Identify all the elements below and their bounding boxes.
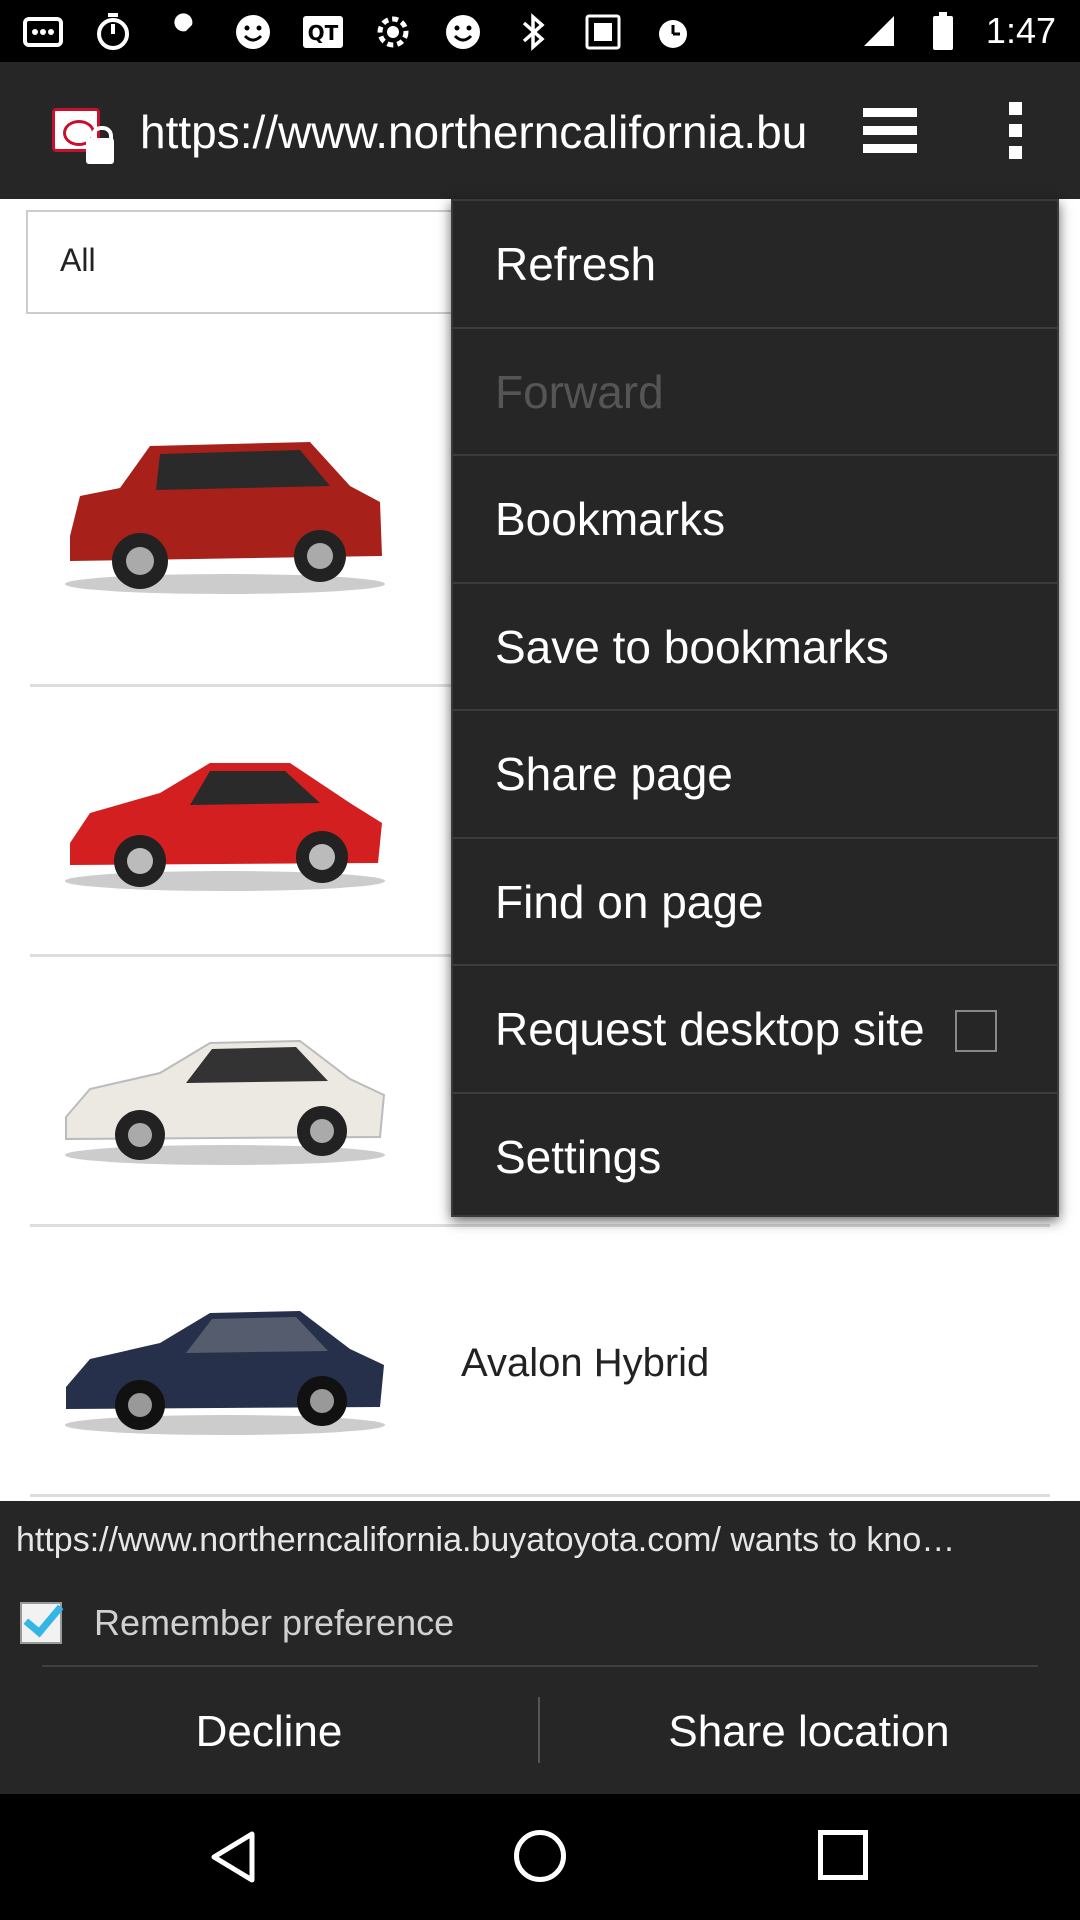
- status-bar: QT 1:47: [0, 0, 1080, 62]
- messages-icon: [22, 12, 64, 52]
- overflow-menu-icon[interactable]: [995, 98, 1035, 164]
- wrench-icon: [162, 12, 204, 52]
- menu-item-label: Share page: [495, 748, 733, 800]
- alarm-icon: [652, 12, 694, 52]
- remember-checkbox[interactable]: [20, 1602, 62, 1644]
- timer-icon: [92, 12, 134, 52]
- menu-item-label: Request desktop site: [495, 1003, 925, 1055]
- share-location-button[interactable]: Share location: [540, 1669, 1078, 1794]
- remember-preference[interactable]: Remember preference: [20, 1601, 454, 1645]
- category-filter[interactable]: All: [26, 210, 486, 314]
- menu-item-label: Find on page: [495, 875, 764, 928]
- qt-icon: QT: [302, 12, 344, 52]
- menu-item-settings[interactable]: Settings: [453, 1094, 1057, 1222]
- decline-button[interactable]: Decline: [0, 1669, 538, 1794]
- screenshot-icon: [582, 12, 624, 52]
- url-bar[interactable]: https://www.northerncalifornia.buyatoyot…: [140, 104, 805, 160]
- menu-item-save-to-bookmarks[interactable]: Save to bookmarks: [453, 584, 1057, 711]
- menu-item-bookmarks[interactable]: Bookmarks: [453, 456, 1057, 584]
- home-icon[interactable]: [514, 1830, 566, 1882]
- desktop-site-checkbox[interactable]: [955, 1010, 997, 1052]
- menu-item-forward: Forward: [453, 329, 1057, 456]
- back-icon[interactable]: [208, 1830, 262, 1884]
- bluetooth-icon: [512, 12, 554, 52]
- sedan-image: [65, 1039, 386, 1165]
- sedan-image: [65, 1311, 385, 1435]
- menu-item-refresh[interactable]: Refresh: [453, 201, 1057, 329]
- divider: [42, 1665, 1038, 1667]
- menu-item-label: Bookmarks: [495, 493, 726, 545]
- suv-image: [65, 442, 385, 594]
- menu-item-request-desktop-site[interactable]: Request desktop site: [453, 966, 1057, 1094]
- smiley-icon: [232, 12, 274, 52]
- menu-item-label: Forward: [495, 365, 664, 418]
- sports-car-image: [65, 763, 385, 891]
- menu-item-find-on-page[interactable]: Find on page: [453, 839, 1057, 966]
- battery-icon: [922, 11, 964, 51]
- browser-toolbar: https://www.northerncalifornia.buyatoyot…: [0, 62, 1080, 199]
- svg-text:QT: QT: [308, 21, 339, 45]
- signal-icon: [858, 11, 900, 51]
- menu-item-label: Settings: [495, 1130, 662, 1183]
- smiley-icon: [442, 12, 484, 52]
- menu-item-label: Refresh: [495, 238, 657, 290]
- tabs-icon[interactable]: [855, 102, 925, 162]
- menu-item-share-page[interactable]: Share page: [453, 711, 1057, 839]
- filter-value: All: [60, 242, 96, 278]
- location-permission-bar: https://www.northerncalifornia.buyatoyot…: [0, 1501, 1080, 1794]
- navigation-bar: [0, 1794, 1080, 1920]
- permission-message: https://www.northerncalifornia.buyatoyot…: [16, 1521, 956, 1559]
- car-list-item[interactable]: Avalon Hybrid: [30, 1227, 1050, 1497]
- menu-item-label: Save to bookmarks: [495, 620, 889, 673]
- remember-label: Remember preference: [94, 1602, 455, 1643]
- settings-app-icon: [372, 12, 414, 52]
- car-name: Avalon Hybrid: [461, 1341, 710, 1385]
- clock: 1:47: [985, 10, 1056, 51]
- site-lock-icon[interactable]: [52, 108, 118, 170]
- recent-apps-icon[interactable]: [818, 1830, 868, 1880]
- overflow-menu: Refresh Forward Bookmarks Save to bookma…: [451, 199, 1059, 1217]
